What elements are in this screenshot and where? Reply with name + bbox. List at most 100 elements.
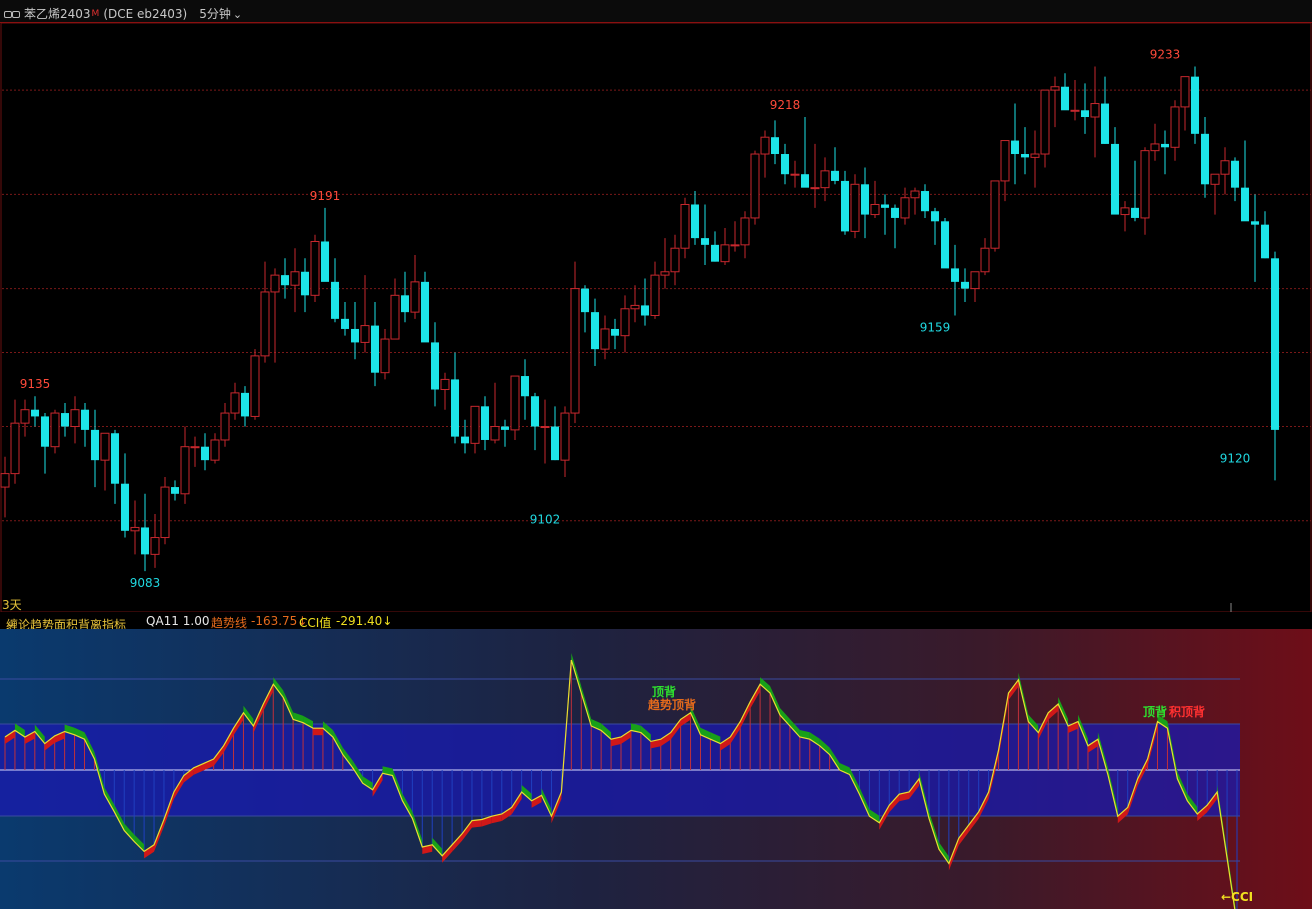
indicator-header: 缠论趋势面积背离指标 ⌄ QA11 1.00 趋势线 -163.75↓ CCI值 … <box>0 612 1312 632</box>
candle-body <box>1021 154 1029 158</box>
candle-body <box>440 378 450 391</box>
candle-body <box>220 412 230 441</box>
candle-body <box>1261 224 1269 259</box>
candle-body <box>1111 143 1119 215</box>
candle-body <box>931 211 939 222</box>
candle-body <box>760 136 770 155</box>
candle-body <box>600 328 610 350</box>
candle-body <box>501 426 509 430</box>
candle-body <box>1081 110 1089 118</box>
candle-body <box>451 379 459 437</box>
trend-top-divergence-label: 趋势顶背 <box>648 697 696 712</box>
price-annotation: 9191 <box>310 189 341 203</box>
candle-body <box>260 291 270 357</box>
candle-body <box>190 446 200 449</box>
candle-body <box>970 271 980 290</box>
candle-body <box>630 304 640 310</box>
candle-body <box>510 375 520 431</box>
candle-body <box>421 281 429 343</box>
cci-tag: ←CCI <box>1221 890 1253 904</box>
candle-body <box>691 204 699 239</box>
candle-body <box>331 281 339 319</box>
candle-body <box>250 355 260 417</box>
candle-body <box>390 294 400 340</box>
candle-body <box>130 526 140 532</box>
candle-body <box>660 271 670 276</box>
symbol-name[interactable]: 苯乙烯2403 <box>24 5 91 22</box>
candle-body <box>870 203 880 216</box>
candle-body <box>81 409 89 430</box>
price-annotation: 9233 <box>1150 48 1181 62</box>
period-selector[interactable]: 5分钟 ⌄ <box>199 5 242 22</box>
candle-body <box>1191 76 1199 134</box>
candle-body <box>1231 160 1239 188</box>
candle-body <box>380 338 390 374</box>
candle-body <box>591 312 599 350</box>
candle-body <box>941 221 949 269</box>
candle-body <box>900 197 910 219</box>
candle-body <box>680 203 690 249</box>
candle-body <box>650 274 660 316</box>
candle-body <box>641 305 649 316</box>
candle-body <box>581 288 589 313</box>
candle-body <box>891 207 899 218</box>
candle-body <box>100 432 110 461</box>
candle-body <box>1011 140 1019 155</box>
cci-indicator-panel[interactable]: 顶背 趋势顶背 顶背 积顶背 ←CCI <box>0 629 1312 909</box>
price-annotation: 9120 <box>1220 452 1251 466</box>
candle-body <box>230 392 240 414</box>
candle-body <box>540 426 550 429</box>
candle-body <box>41 416 49 447</box>
candle-body <box>310 240 320 296</box>
candle-body <box>270 274 280 293</box>
candle-body <box>341 318 349 329</box>
candle-body <box>70 409 80 428</box>
chart-frame <box>0 23 1312 612</box>
price-annotation: 9135 <box>20 377 51 391</box>
link-icon[interactable] <box>4 10 20 18</box>
candle-body <box>720 244 730 263</box>
candle-body <box>481 406 489 440</box>
candle-body <box>881 204 889 208</box>
candle-body <box>980 247 990 273</box>
candle-body <box>771 137 779 155</box>
price-annotation: 9159 <box>920 321 951 335</box>
candle-body <box>560 412 570 461</box>
candle-body <box>921 191 929 212</box>
price-annotation: 9083 <box>130 576 161 590</box>
candle-body <box>1000 140 1010 182</box>
candle-body <box>401 295 409 313</box>
candle-body <box>570 288 580 414</box>
candle-body <box>551 426 559 461</box>
candle-body <box>990 180 1000 249</box>
candle <box>50 409 60 454</box>
candle <box>990 180 1000 252</box>
candlestick-chart[interactable]: 9135 9083 9191 9102 9218 9159 9233 9120 3天 <box>0 23 1312 612</box>
candle-body <box>301 271 309 296</box>
candle-body <box>910 190 920 199</box>
candle-body <box>1101 103 1109 144</box>
candle-body <box>750 153 760 219</box>
candle-body <box>150 537 160 555</box>
candle-body <box>781 154 789 175</box>
candle-body <box>210 439 220 461</box>
candle-body <box>490 426 500 441</box>
exchange-code: (DCE eb2403) <box>103 6 188 21</box>
candle-body <box>121 483 129 531</box>
area-divergence-label: 积顶背 <box>1169 704 1205 719</box>
candle-body <box>1161 143 1169 148</box>
candle-body <box>1180 76 1190 108</box>
candle <box>941 217 949 269</box>
candle-body <box>1140 150 1150 219</box>
candle-body <box>861 184 869 215</box>
candle-body <box>1131 207 1139 218</box>
candle-body <box>1120 207 1130 216</box>
candle-body <box>141 527 149 555</box>
candle-body <box>1040 89 1050 155</box>
price-annotation: 9102 <box>530 512 561 526</box>
candle-body <box>1030 153 1040 158</box>
minute-badge: M <box>91 8 100 19</box>
candle-body <box>111 433 119 484</box>
candle <box>1191 66 1199 144</box>
candle <box>421 271 429 343</box>
